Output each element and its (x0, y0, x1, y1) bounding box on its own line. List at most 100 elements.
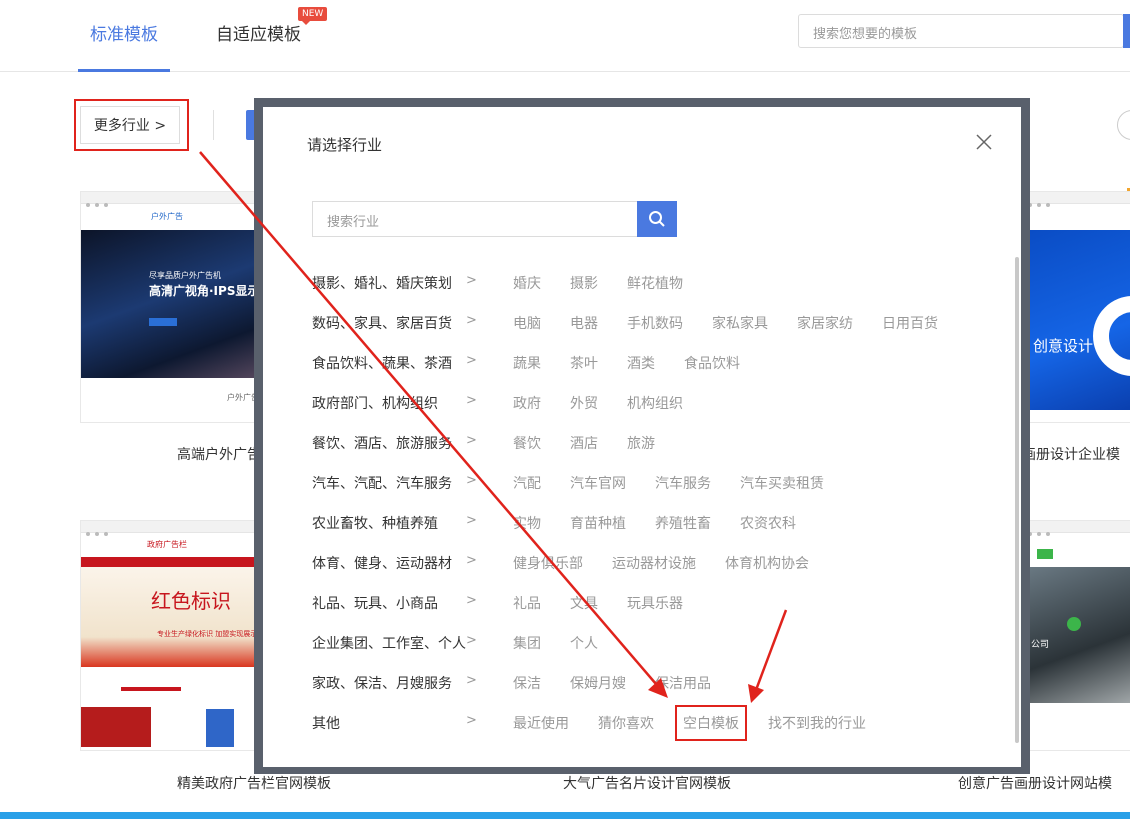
blank-template-tag[interactable]: 空白模板 (675, 705, 747, 741)
industry-tag[interactable]: 保洁用品 (655, 673, 711, 693)
industry-tag[interactable]: 茶叶 (570, 353, 598, 373)
industry-tag[interactable]: 电脑 (513, 313, 541, 333)
industry-tags: 保洁 保姆月嫂 保洁用品 (513, 673, 740, 693)
industry-tag[interactable]: 集团 (513, 633, 541, 653)
chevron-right-icon[interactable]: > (466, 593, 477, 608)
industry-category[interactable]: 家政、保洁、月嫂服务 (312, 673, 452, 693)
highlight-box-more-industry (74, 99, 189, 151)
chevron-right-icon[interactable]: > (466, 393, 477, 408)
browser-chrome (81, 521, 269, 536)
chevron-right-icon[interactable]: > (466, 673, 477, 688)
industry-category[interactable]: 农业畜牧、种植养殖 (312, 513, 438, 533)
industry-tag[interactable]: 个人 (570, 633, 598, 653)
next-button[interactable] (1117, 110, 1130, 140)
industry-tag[interactable]: 养殖牲畜 (655, 513, 711, 533)
industry-row: 农业畜牧、种植养殖 > 实物 育苗种植 养殖牲畜 农资农科 (263, 505, 1021, 545)
chevron-right-icon[interactable]: > (466, 513, 477, 528)
industry-row: 餐饮、酒店、旅游服务 > 餐饮 酒店 旅游 (263, 425, 1021, 465)
template-search-button[interactable] (1123, 14, 1130, 48)
industry-category[interactable]: 礼品、玩具、小商品 (312, 593, 438, 613)
industry-category[interactable]: 政府部门、机构组织 (312, 393, 438, 413)
industry-tag[interactable]: 文具 (570, 593, 598, 613)
template-card-outdoor-ad[interactable]: 户外广告 尽享品质户外广告机 高清广视角·IPS显示 户外广告 (80, 191, 270, 423)
industry-tag[interactable]: 家私家具 (712, 313, 768, 333)
industry-tag[interactable]: 礼品 (513, 593, 541, 613)
industry-tag[interactable]: 食品饮料 (684, 353, 740, 373)
industry-tag[interactable]: 电器 (570, 313, 598, 333)
industry-tag[interactable]: 机构组织 (627, 393, 683, 413)
card-header-logo: 户外广告 (151, 212, 183, 221)
industry-tag[interactable]: 农资农科 (740, 513, 796, 533)
chevron-right-icon[interactable]: > (466, 553, 477, 568)
industry-tag[interactable]: 婚庆 (513, 273, 541, 293)
template-card-gov-board[interactable]: 政府广告栏 红色标识 专业生产绿化标识 加盟实现展示平 (80, 520, 270, 751)
chevron-right-icon[interactable]: > (466, 713, 477, 728)
industry-tag[interactable]: 酒类 (627, 353, 655, 373)
industry-category[interactable]: 其他 (312, 713, 340, 733)
chevron-right-icon[interactable]: > (466, 433, 477, 448)
industry-tag[interactable]: 猜你喜欢 (598, 713, 654, 733)
industry-tag[interactable]: 最近使用 (513, 713, 569, 733)
industry-category[interactable]: 食品饮料、蔬果、茶酒 (312, 353, 452, 373)
industry-tag[interactable]: 运动器材设施 (612, 553, 696, 573)
industry-select-dialog: 请选择行业 搜索行业 摄影、婚礼、婚庆策划 > 婚庆 摄影 鲜花植物数码、家具、家居百货… (263, 107, 1021, 767)
industry-tag[interactable]: 保姆月嫂 (570, 673, 626, 693)
industry-tag[interactable]: 手机数码 (627, 313, 683, 333)
hero-tagline: 专业生产绿化标识 加盟实现展示平 (157, 630, 265, 638)
template-title[interactable]: 创意广告画册设计网站模 (958, 773, 1112, 793)
template-title[interactable]: 大气广告名片设计官网模板 (563, 773, 731, 793)
industry-search-button[interactable] (637, 201, 677, 237)
industry-tag[interactable]: 旅游 (627, 433, 655, 453)
divider (213, 110, 214, 140)
chevron-right-icon[interactable]: > (466, 353, 477, 368)
industry-tag[interactable]: 健身俱乐部 (513, 553, 583, 573)
industry-search-input[interactable]: 搜索行业 (312, 201, 638, 237)
search-icon (649, 211, 665, 227)
industry-tag[interactable]: 汽车服务 (655, 473, 711, 493)
template-title[interactable]: 画册设计企业模 (1022, 444, 1120, 464)
card-nav-bar (81, 557, 269, 567)
industry-tag[interactable]: 实物 (513, 513, 541, 533)
industry-tag[interactable]: 摄影 (570, 273, 598, 293)
template-title[interactable]: 精美政府广告栏官网模板 (177, 773, 331, 793)
template-search-input[interactable]: 搜索您想要的模板 (798, 14, 1124, 48)
chevron-right-icon[interactable]: > (466, 473, 477, 488)
industry-category[interactable]: 数码、家具、家居百货 (312, 313, 452, 333)
industry-tag[interactable]: 汽配 (513, 473, 541, 493)
industry-category[interactable]: 体育、健身、运动器材 (312, 553, 452, 573)
industry-tag[interactable]: 汽车买卖租赁 (740, 473, 824, 493)
industry-tag[interactable]: 日用百货 (882, 313, 938, 333)
industry-category[interactable]: 汽车、汽配、汽车服务 (312, 473, 452, 493)
browser-chrome (1023, 521, 1130, 536)
template-title[interactable]: 高端户外广告 (177, 444, 261, 464)
industry-tag[interactable]: 酒店 (570, 433, 598, 453)
industry-tag[interactable]: 育苗种植 (570, 513, 626, 533)
template-card-creative[interactable]: 公司 (1022, 520, 1130, 751)
industry-category[interactable]: 餐饮、酒店、旅游服务 (312, 433, 452, 453)
industry-tag[interactable]: 保洁 (513, 673, 541, 693)
industry-tag[interactable]: 找不到我的行业 (768, 713, 866, 733)
dialog-title: 请选择行业 (307, 136, 383, 154)
industry-tag[interactable]: 玩具乐器 (627, 593, 683, 613)
chevron-right-icon[interactable]: > (466, 273, 477, 288)
industry-tags: 健身俱乐部 运动器材设施 体育机构协会 (513, 553, 838, 573)
hero-text: 公司 (1031, 640, 1050, 650)
industry-tag[interactable]: 餐饮 (513, 433, 541, 453)
industry-tag[interactable]: 外贸 (570, 393, 598, 413)
chevron-right-icon[interactable]: > (466, 313, 477, 328)
industry-tag[interactable]: 政府 (513, 393, 541, 413)
industry-tag[interactable]: 蔬果 (513, 353, 541, 373)
industry-tag[interactable]: 体育机构协会 (725, 553, 809, 573)
industry-tag[interactable]: 家居家纺 (797, 313, 853, 333)
chevron-right-icon[interactable]: > (466, 633, 477, 648)
card-hero-image: 创意设计 (1023, 230, 1130, 410)
industry-tag[interactable]: 鲜花植物 (627, 273, 683, 293)
industry-tags: 餐饮 酒店 旅游 (513, 433, 684, 453)
industry-category[interactable]: 企业集团、工作室、个人 (312, 633, 466, 653)
close-icon[interactable] (975, 133, 993, 151)
template-card-brochure[interactable]: 创意设计 (1022, 191, 1130, 423)
tab-standard-templates[interactable]: 标准模板 (78, 20, 170, 72)
industry-category[interactable]: 摄影、婚礼、婚庆策划 (312, 273, 452, 293)
industry-tag[interactable]: 汽车官网 (570, 473, 626, 493)
tab-adaptive-templates[interactable]: 自适应模板 (216, 20, 301, 72)
